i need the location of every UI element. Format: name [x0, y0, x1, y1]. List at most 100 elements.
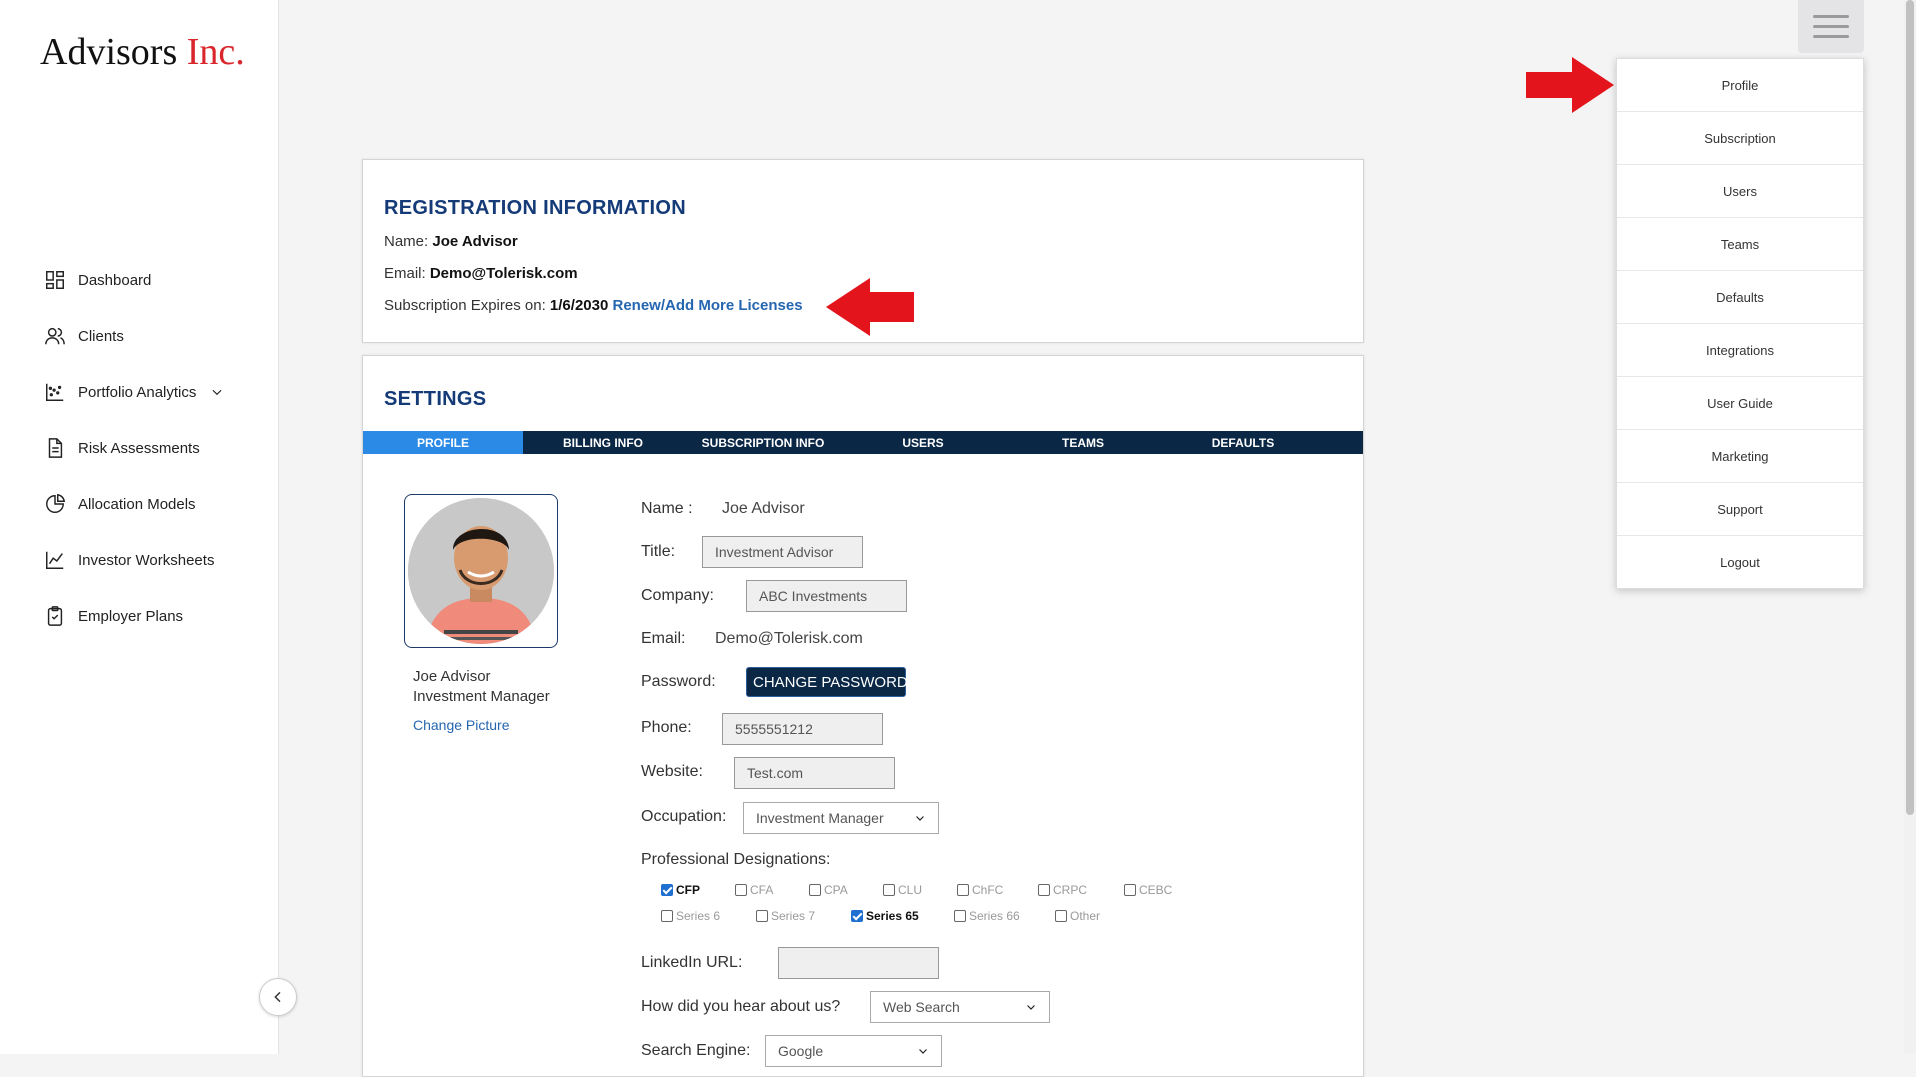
tab-subscription-info[interactable]: SUBSCRIPTION INFO — [683, 431, 843, 454]
checkbox-icon — [756, 910, 768, 922]
tab-defaults[interactable]: DEFAULTS — [1163, 431, 1323, 454]
designation-crpc-checkbox[interactable]: CRPC — [1038, 883, 1087, 897]
hear-about-select[interactable]: Web Search — [870, 991, 1050, 1023]
checkbox-icon — [735, 884, 747, 896]
menu-item-logout[interactable]: Logout — [1617, 536, 1863, 588]
users-icon — [45, 327, 65, 345]
sidebar-item-allocation-models[interactable]: Allocation Models — [44, 476, 224, 532]
search-engine-selected-value: Google — [778, 1043, 824, 1059]
designations-label: Professional Designations: — [641, 851, 831, 868]
profile-photo[interactable] — [404, 494, 558, 648]
menu-item-profile[interactable]: Profile — [1617, 59, 1863, 112]
menu-item-subscription[interactable]: Subscription — [1617, 112, 1863, 165]
designation-chfc-checkbox[interactable]: ChFC — [957, 883, 1003, 897]
designation-cpa-checkbox[interactable]: CPA — [809, 883, 848, 897]
checkbox-icon — [1124, 884, 1136, 896]
company-label: Company: — [641, 587, 714, 604]
designation-series7-checkbox[interactable]: Series 7 — [756, 909, 815, 923]
checkbox-checked-icon — [661, 884, 673, 896]
checkbox-icon — [661, 910, 673, 922]
chevron-down-icon — [916, 816, 924, 821]
hamburger-bar — [1813, 35, 1849, 38]
collapse-sidebar-button[interactable] — [259, 978, 297, 1016]
hear-about-selected-value: Web Search — [883, 999, 960, 1015]
designation-other-checkbox[interactable]: Other — [1055, 909, 1100, 923]
hamburger-bar — [1813, 15, 1849, 18]
menu-item-integrations[interactable]: Integrations — [1617, 324, 1863, 377]
profile-display: Joe Advisor Investment Manager — [413, 667, 550, 707]
sidebar-item-label: Investor Worksheets — [78, 551, 215, 569]
designation-cfp-checkbox[interactable]: CFP — [661, 883, 700, 897]
sidebar-item-employer-plans[interactable]: Employer Plans — [44, 588, 224, 644]
menu-item-users[interactable]: Users — [1617, 165, 1863, 218]
registration-expiry: Subscription Expires on: 1/6/2030 Renew/… — [384, 297, 803, 314]
registration-name: Name: Joe Advisor — [384, 233, 518, 250]
menu-item-marketing[interactable]: Marketing — [1617, 430, 1863, 483]
email-label: Email: — [641, 630, 686, 647]
sidebar-item-investor-worksheets[interactable]: Investor Worksheets — [44, 532, 224, 588]
checkbox-icon — [1055, 910, 1067, 922]
chevron-down-icon — [919, 1049, 927, 1054]
sidebar-item-label: Risk Assessments — [78, 439, 200, 457]
checkbox-icon — [809, 884, 821, 896]
designation-cfa-checkbox[interactable]: CFA — [735, 883, 773, 897]
dashboard-icon — [46, 271, 64, 289]
profile-display-title: Investment Manager — [413, 688, 550, 705]
profile-display-name: Joe Advisor — [413, 668, 491, 685]
renew-licenses-link[interactable]: Renew/Add More Licenses — [612, 297, 802, 314]
sidebar-item-label: Dashboard — [78, 271, 152, 289]
sidebar-item-label: Allocation Models — [78, 495, 196, 513]
website-input[interactable] — [734, 757, 895, 789]
checkbox-icon — [957, 884, 969, 896]
registration-email: Email: Demo@Tolerisk.com — [384, 265, 578, 282]
company-input[interactable] — [746, 580, 907, 612]
title-input[interactable] — [702, 536, 863, 568]
designation-cebc-checkbox[interactable]: CEBC — [1124, 883, 1172, 897]
linkedin-input[interactable] — [778, 947, 939, 979]
linkedin-label: LinkedIn URL: — [641, 954, 743, 971]
checkbox-icon — [954, 910, 966, 922]
menu-item-defaults[interactable]: Defaults — [1617, 271, 1863, 324]
sidebar-item-risk-assessments[interactable]: Risk Assessments — [44, 420, 224, 476]
sidebar-item-portfolio-analytics[interactable]: Portfolio Analytics — [44, 364, 224, 420]
chevron-left-icon — [274, 991, 281, 1003]
tab-teams[interactable]: TEAMS — [1003, 431, 1163, 454]
registration-title: REGISTRATION INFORMATION — [384, 197, 686, 219]
avatar — [408, 498, 554, 644]
occupation-selected-value: Investment Manager — [756, 810, 884, 826]
menu-item-support[interactable]: Support — [1617, 483, 1863, 536]
tab-users[interactable]: USERS — [843, 431, 1003, 454]
designation-clu-checkbox[interactable]: CLU — [883, 883, 922, 897]
name-label: Name : — [641, 500, 693, 517]
designation-series65-checkbox[interactable]: Series 65 — [851, 909, 919, 923]
sidebar-item-dashboard[interactable]: Dashboard — [44, 252, 224, 308]
clipboard-icon — [47, 606, 63, 626]
designation-series6-checkbox[interactable]: Series 6 — [661, 909, 720, 923]
checkbox-icon — [1038, 884, 1050, 896]
page-scrollbar[interactable] — [1904, 0, 1916, 1054]
sidebar-item-clients[interactable]: Clients — [44, 308, 224, 364]
password-label: Password: — [641, 673, 716, 690]
change-password-button[interactable]: CHANGE PASSWORD — [746, 667, 908, 697]
scrollbar-thumb[interactable] — [1906, 0, 1914, 815]
designation-series66-checkbox[interactable]: Series 66 — [954, 909, 1020, 923]
menu-item-user-guide[interactable]: User Guide — [1617, 377, 1863, 430]
phone-input[interactable] — [722, 713, 883, 745]
document-icon — [48, 438, 63, 458]
sidebar-nav: Dashboard Clients Portfolio Analytics Ri… — [44, 252, 224, 644]
menu-item-teams[interactable]: Teams — [1617, 218, 1863, 271]
red-arrow-right-icon — [1526, 57, 1614, 113]
search-engine-select[interactable]: Google — [765, 1035, 942, 1067]
tab-profile[interactable]: PROFILE — [363, 431, 523, 454]
occupation-select[interactable]: Investment Manager — [743, 802, 939, 834]
brand-logo[interactable]: Advisors Inc. — [40, 30, 245, 74]
tab-billing-info[interactable]: BILLING INFO — [523, 431, 683, 454]
change-picture-link[interactable]: Change Picture — [413, 717, 510, 733]
scatter-chart-icon — [46, 383, 64, 401]
hear-about-label: How did you hear about us? — [641, 998, 841, 1015]
email-value: Demo@Tolerisk.com — [715, 630, 863, 647]
website-label: Website: — [641, 763, 703, 780]
hamburger-menu-button[interactable] — [1798, 0, 1864, 53]
person-avatar-icon — [408, 498, 554, 644]
chevron-down-icon[interactable] — [210, 385, 224, 399]
